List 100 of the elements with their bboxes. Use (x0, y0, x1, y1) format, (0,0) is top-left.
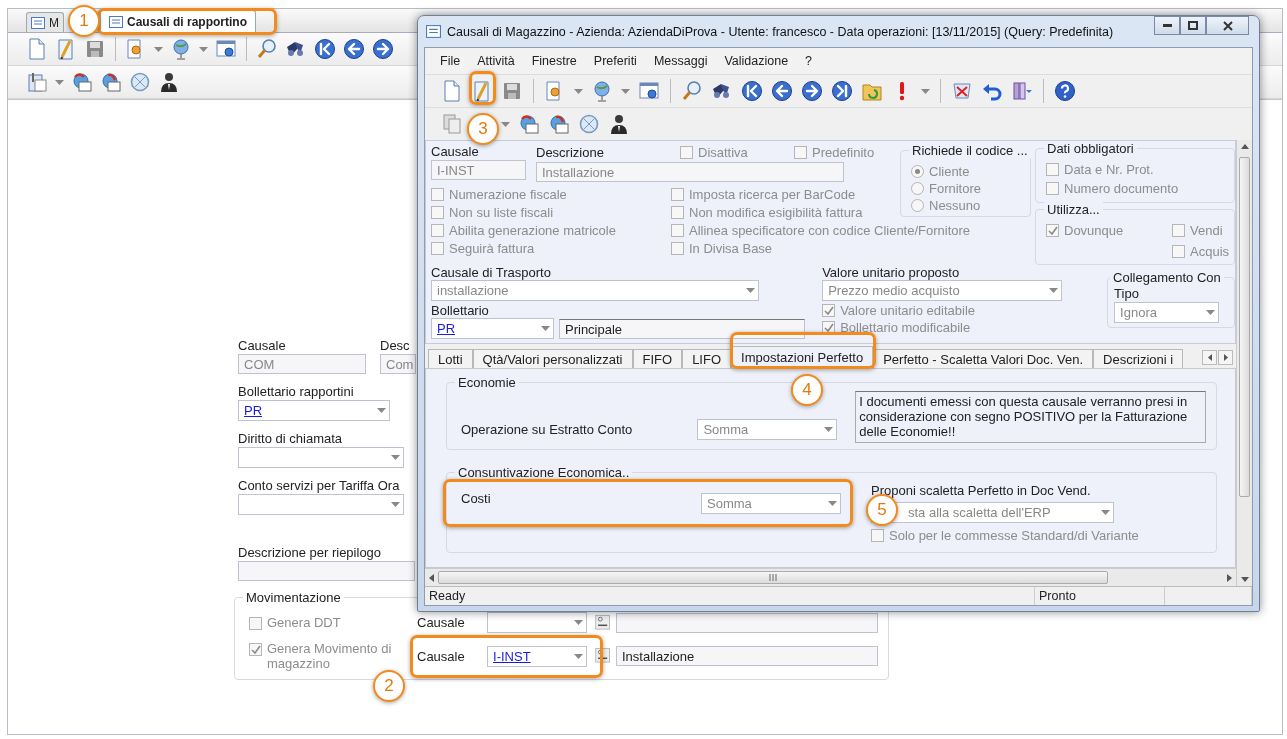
menu-item[interactable]: Finestre (524, 52, 584, 70)
tab[interactable]: Perfetto - Scaletta Valori Doc. Ven. (873, 349, 1094, 368)
previous-icon[interactable] (771, 80, 793, 102)
first-record-icon[interactable] (741, 80, 763, 102)
radio-button[interactable] (911, 182, 924, 195)
globe-icon[interactable] (591, 80, 613, 102)
scroll-right-icon[interactable] (1227, 573, 1232, 582)
checkbox[interactable] (431, 224, 444, 237)
checkbox[interactable] (671, 188, 684, 201)
checkbox[interactable] (1046, 163, 1059, 176)
tab[interactable]: Impostazioni Perfetto (731, 346, 874, 368)
menu-item[interactable]: Preferiti (586, 52, 644, 70)
last-record-icon[interactable] (831, 80, 853, 102)
checkbox[interactable] (249, 617, 262, 630)
minimize-button[interactable] (1154, 16, 1180, 35)
window-gear-icon[interactable] (215, 38, 237, 60)
dropdown[interactable]: Prezzo medio acquisto (822, 280, 1063, 301)
tab[interactable]: FIFO (632, 349, 683, 368)
dropdown-arrow-icon (501, 121, 510, 127)
checkbox[interactable] (1046, 182, 1059, 195)
checkbox[interactable] (671, 224, 684, 237)
checkbox[interactable] (1172, 224, 1185, 237)
scrollbar-thumb[interactable] (438, 571, 1108, 584)
first-record-icon[interactable] (314, 38, 336, 60)
books-icon[interactable] (1011, 80, 1033, 102)
close-icon (1222, 20, 1233, 31)
tab[interactable]: LIFO (682, 349, 732, 368)
checkbox[interactable] (431, 188, 444, 201)
next-icon[interactable] (372, 38, 394, 60)
checkbox[interactable] (671, 242, 684, 255)
document-tab[interactable]: Causali di rapportino (100, 10, 256, 32)
checkbox[interactable] (1046, 224, 1059, 237)
checkbox[interactable] (871, 529, 884, 542)
dropdown[interactable] (487, 612, 588, 633)
checkbox[interactable] (680, 146, 693, 159)
dropdown[interactable]: Ignora (1114, 302, 1220, 323)
menu-item[interactable]: File (433, 52, 468, 70)
checkbox[interactable] (431, 242, 444, 255)
scroll-right-button[interactable] (1218, 349, 1233, 365)
checkbox[interactable] (822, 304, 836, 317)
delete-icon[interactable] (951, 80, 973, 102)
save-icon[interactable] (84, 38, 106, 60)
search-icon[interactable] (681, 80, 703, 102)
menu-item[interactable]: ? (798, 52, 820, 70)
checkbox-label: Solo per le commesse Standard/di Variante (889, 528, 1139, 543)
text-field[interactable]: Installazione (616, 646, 878, 666)
help-icon[interactable] (1054, 80, 1076, 102)
tab[interactable]: Descrizioni i (1093, 349, 1184, 368)
checkbox[interactable] (794, 146, 807, 159)
compass-icon[interactable] (578, 113, 600, 135)
calendar-globe-icon[interactable] (71, 71, 93, 93)
lookup-icon[interactable] (594, 613, 612, 632)
new-document-icon[interactable] (26, 38, 48, 60)
dropdown[interactable] (238, 494, 404, 515)
new-document-icon[interactable] (441, 80, 463, 102)
list-icon (426, 25, 441, 38)
text-field[interactable]: Principale (559, 318, 805, 339)
dropdown[interactable] (238, 447, 404, 468)
calendar-globe-icon[interactable] (518, 113, 540, 135)
copy-icon[interactable] (441, 113, 463, 135)
window-gear-icon[interactable] (638, 80, 660, 102)
menu-item[interactable]: Validazione (717, 52, 796, 70)
search-icon[interactable] (256, 38, 278, 60)
person-icon[interactable] (158, 71, 180, 93)
dropdown[interactable]: PR (431, 318, 554, 339)
save-icon[interactable] (501, 80, 523, 102)
scroll-left-button[interactable] (1202, 349, 1217, 365)
scroll-left-icon[interactable] (429, 573, 434, 582)
tab[interactable]: Qtà/Valori personalizzati (472, 349, 633, 368)
scroll-up-icon[interactable] (1240, 144, 1249, 149)
calendar-globe-icon[interactable] (100, 71, 122, 93)
menu-item[interactable]: Messaggi (646, 52, 715, 70)
text-field[interactable] (238, 561, 415, 581)
scrollbar-thumb[interactable] (1239, 157, 1250, 497)
document-tab[interactable]: M (26, 12, 64, 32)
next-icon[interactable] (801, 80, 823, 102)
calendar-globe-icon[interactable] (548, 113, 570, 135)
dropdown[interactable]: installazione (431, 280, 759, 301)
checkbox[interactable] (671, 206, 684, 219)
checkbox[interactable] (431, 206, 444, 219)
checkbox[interactable] (249, 643, 262, 656)
close-button[interactable] (1206, 16, 1249, 35)
compass-icon[interactable] (129, 71, 151, 93)
dropdown[interactable]: Somma (701, 493, 841, 514)
clipboard-icon[interactable] (26, 71, 48, 93)
text-field[interactable] (616, 612, 878, 633)
tab[interactable]: Lotti (428, 349, 473, 368)
radio-button[interactable] (911, 199, 924, 212)
dropdown[interactable]: PR (238, 400, 390, 421)
dropdown[interactable]: I-INST (487, 645, 588, 667)
globe-icon[interactable] (170, 38, 192, 60)
scroll-down-icon[interactable] (1240, 577, 1249, 582)
field-label: Causale (431, 144, 479, 159)
radio-button[interactable] (911, 165, 924, 178)
maximize-button[interactable] (1180, 16, 1206, 35)
previous-icon[interactable] (343, 38, 365, 60)
person-icon[interactable] (608, 113, 630, 135)
menu-item[interactable]: Attività (470, 52, 522, 70)
checkbox[interactable] (1172, 245, 1185, 258)
dropdown[interactable]: Somma (697, 418, 838, 440)
